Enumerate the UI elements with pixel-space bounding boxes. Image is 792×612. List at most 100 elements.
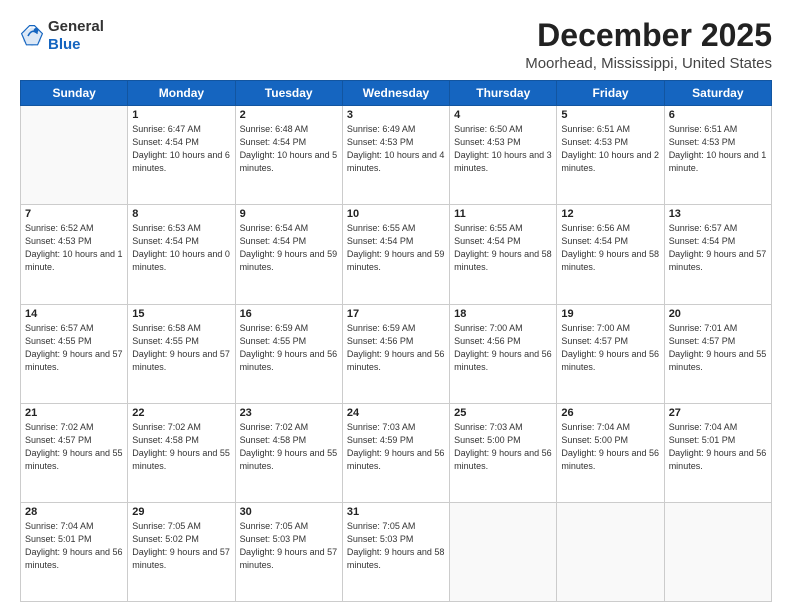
day-info: Sunrise: 6:51 AMSunset: 4:53 PMDaylight:…: [669, 123, 767, 175]
day-number: 27: [669, 407, 767, 419]
calendar-day-cell: 4Sunrise: 6:50 AMSunset: 4:53 PMDaylight…: [450, 106, 557, 205]
calendar-day-cell: [557, 502, 664, 601]
calendar-day-cell: 31 Sunrise: 7:05 AMSunset: 5:03 PMDayligh…: [342, 502, 449, 601]
day-number: 8: [132, 208, 230, 220]
logo-text: General Blue: [48, 18, 104, 54]
calendar-week-row: 7Sunrise: 6:52 AMSunset: 4:53 PMDaylight…: [21, 205, 772, 304]
day-number: 21: [25, 407, 123, 419]
day-info: Sunrise: 7:04 AMSunset: 5:01 PMDaylight:…: [25, 520, 123, 572]
day-info: Sunrise: 7:05 AMSunset: 5:03 PMDaylight:…: [240, 520, 338, 572]
calendar-day-cell: 21 Sunrise: 7:02 AMSunset: 4:57 PMDayligh…: [21, 403, 128, 502]
calendar-day-cell: 19 Sunrise: 7:00 AMSunset: 4:57 PMDayligh…: [557, 304, 664, 403]
day-number: 14: [25, 308, 123, 320]
day-of-week-header: Sunday: [21, 81, 128, 106]
logo-general: General: [48, 18, 104, 36]
day-info: Sunrise: 6:55 AMSunset: 4:54 PMDaylight:…: [347, 222, 445, 274]
day-info: Sunrise: 7:04 AMSunset: 5:00 PMDaylight:…: [561, 421, 659, 473]
day-info: Sunrise: 6:57 AMSunset: 4:55 PMDaylight:…: [25, 322, 123, 374]
day-info: Sunrise: 6:52 AMSunset: 4:53 PMDaylight:…: [25, 222, 123, 274]
calendar-week-row: 14 Sunrise: 6:57 AMSunset: 4:55 PMDayligh…: [21, 304, 772, 403]
day-info: Sunrise: 6:58 AMSunset: 4:55 PMDaylight:…: [132, 322, 230, 374]
calendar-day-cell: 13 Sunrise: 6:57 AMSunset: 4:54 PMDayligh…: [664, 205, 771, 304]
calendar-day-cell: 24 Sunrise: 7:03 AMSunset: 4:59 PMDayligh…: [342, 403, 449, 502]
day-number: 15: [132, 308, 230, 320]
day-number: 18: [454, 308, 552, 320]
calendar-day-cell: 12 Sunrise: 6:56 AMSunset: 4:54 PMDayligh…: [557, 205, 664, 304]
calendar-day-cell: [450, 502, 557, 601]
day-info: Sunrise: 7:05 AMSunset: 5:03 PMDaylight:…: [347, 520, 445, 572]
calendar-day-cell: 29Sunrise: 7:05 AMSunset: 5:02 PMDayligh…: [128, 502, 235, 601]
day-number: 23: [240, 407, 338, 419]
day-info: Sunrise: 7:01 AMSunset: 4:57 PMDaylight:…: [669, 322, 767, 374]
calendar-day-cell: 5Sunrise: 6:51 AMSunset: 4:53 PMDaylight…: [557, 106, 664, 205]
calendar-day-cell: 7Sunrise: 6:52 AMSunset: 4:53 PMDaylight…: [21, 205, 128, 304]
calendar-day-cell: 11 Sunrise: 6:55 AMSunset: 4:54 PMDayligh…: [450, 205, 557, 304]
day-number: 13: [669, 208, 767, 220]
day-info: Sunrise: 7:00 AMSunset: 4:57 PMDaylight:…: [561, 322, 659, 374]
day-info: Sunrise: 6:59 AMSunset: 4:56 PMDaylight:…: [347, 322, 445, 374]
subtitle: Moorhead, Mississippi, United States: [525, 55, 772, 72]
calendar-day-cell: 1 Sunrise: 6:47 AMSunset: 4:54 PMDaylight…: [128, 106, 235, 205]
calendar-header-row: SundayMondayTuesdayWednesdayThursdayFrid…: [21, 81, 772, 106]
calendar-day-cell: 3 Sunrise: 6:49 AMSunset: 4:53 PMDaylight…: [342, 106, 449, 205]
day-of-week-header: Thursday: [450, 81, 557, 106]
day-number: 22: [132, 407, 230, 419]
day-number: 4: [454, 109, 552, 121]
calendar-day-cell: 14 Sunrise: 6:57 AMSunset: 4:55 PMDayligh…: [21, 304, 128, 403]
day-info: Sunrise: 7:05 AMSunset: 5:02 PMDaylight:…: [132, 520, 230, 572]
calendar-day-cell: 2 Sunrise: 6:48 AMSunset: 4:54 PMDaylight…: [235, 106, 342, 205]
day-info: Sunrise: 6:55 AMSunset: 4:54 PMDaylight:…: [454, 222, 552, 274]
day-number: 28: [25, 506, 123, 518]
day-number: 24: [347, 407, 445, 419]
day-number: 16: [240, 308, 338, 320]
day-number: 26: [561, 407, 659, 419]
main-title: December 2025: [525, 18, 772, 53]
day-number: 10: [347, 208, 445, 220]
calendar-day-cell: 28 Sunrise: 7:04 AMSunset: 5:01 PMDayligh…: [21, 502, 128, 601]
day-number: 19: [561, 308, 659, 320]
day-number: 12: [561, 208, 659, 220]
calendar-day-cell: 15 Sunrise: 6:58 AMSunset: 4:55 PMDayligh…: [128, 304, 235, 403]
day-of-week-header: Wednesday: [342, 81, 449, 106]
day-info: Sunrise: 7:03 AMSunset: 4:59 PMDaylight:…: [347, 421, 445, 473]
day-number: 31: [347, 506, 445, 518]
day-of-week-header: Saturday: [664, 81, 771, 106]
calendar-week-row: 28 Sunrise: 7:04 AMSunset: 5:01 PMDayligh…: [21, 502, 772, 601]
day-number: 6: [669, 109, 767, 121]
calendar-day-cell: 25Sunrise: 7:03 AMSunset: 5:00 PMDayligh…: [450, 403, 557, 502]
day-info: Sunrise: 7:03 AMSunset: 5:00 PMDaylight:…: [454, 421, 552, 473]
day-info: Sunrise: 6:54 AMSunset: 4:54 PMDaylight:…: [240, 222, 338, 274]
day-number: 11: [454, 208, 552, 220]
day-info: Sunrise: 6:49 AMSunset: 4:53 PMDaylight:…: [347, 123, 445, 175]
day-number: 5: [561, 109, 659, 121]
day-number: 20: [669, 308, 767, 320]
calendar-week-row: 1 Sunrise: 6:47 AMSunset: 4:54 PMDaylight…: [21, 106, 772, 205]
day-info: Sunrise: 6:53 AMSunset: 4:54 PMDaylight:…: [132, 222, 230, 274]
calendar-day-cell: 27Sunrise: 7:04 AMSunset: 5:01 PMDayligh…: [664, 403, 771, 502]
logo: General Blue: [20, 18, 104, 54]
calendar-day-cell: 30Sunrise: 7:05 AMSunset: 5:03 PMDayligh…: [235, 502, 342, 601]
day-info: Sunrise: 6:47 AMSunset: 4:54 PMDaylight:…: [132, 123, 230, 175]
calendar-body: 1 Sunrise: 6:47 AMSunset: 4:54 PMDaylight…: [21, 106, 772, 602]
day-info: Sunrise: 7:02 AMSunset: 4:58 PMDaylight:…: [240, 421, 338, 473]
calendar-day-cell: 10 Sunrise: 6:55 AMSunset: 4:54 PMDayligh…: [342, 205, 449, 304]
day-of-week-header: Monday: [128, 81, 235, 106]
calendar-day-cell: 6 Sunrise: 6:51 AMSunset: 4:53 PMDaylight…: [664, 106, 771, 205]
day-info: Sunrise: 6:57 AMSunset: 4:54 PMDaylight:…: [669, 222, 767, 274]
day-info: Sunrise: 6:48 AMSunset: 4:54 PMDaylight:…: [240, 123, 338, 175]
logo-blue: Blue: [48, 36, 104, 54]
calendar-day-cell: [664, 502, 771, 601]
day-number: 9: [240, 208, 338, 220]
calendar-day-cell: 16Sunrise: 6:59 AMSunset: 4:55 PMDayligh…: [235, 304, 342, 403]
title-block: December 2025 Moorhead, Mississippi, Uni…: [525, 18, 772, 72]
day-info: Sunrise: 7:02 AMSunset: 4:58 PMDaylight:…: [132, 421, 230, 473]
day-number: 3: [347, 109, 445, 121]
day-number: 1: [132, 109, 230, 121]
calendar-week-row: 21 Sunrise: 7:02 AMSunset: 4:57 PMDayligh…: [21, 403, 772, 502]
calendar-day-cell: 8 Sunrise: 6:53 AMSunset: 4:54 PMDaylight…: [128, 205, 235, 304]
day-number: 2: [240, 109, 338, 121]
day-of-week-header: Friday: [557, 81, 664, 106]
calendar-day-cell: 9 Sunrise: 6:54 AMSunset: 4:54 PMDaylight…: [235, 205, 342, 304]
day-info: Sunrise: 7:02 AMSunset: 4:57 PMDaylight:…: [25, 421, 123, 473]
day-info: Sunrise: 6:56 AMSunset: 4:54 PMDaylight:…: [561, 222, 659, 274]
